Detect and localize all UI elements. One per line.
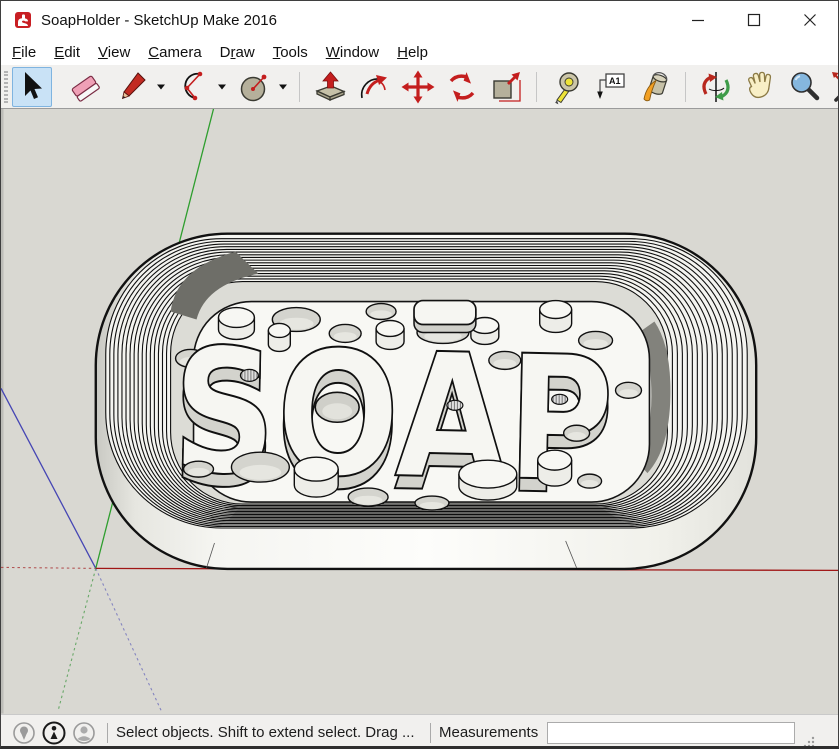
menu-item-file[interactable]: File	[3, 42, 45, 63]
toolbar-separator	[299, 72, 300, 102]
arc-tool-button[interactable]	[175, 67, 215, 107]
zoom-extents-tool-button[interactable]	[828, 67, 839, 107]
minimize-button[interactable]	[670, 1, 726, 39]
o-center-hole[interactable]	[315, 392, 359, 422]
soap-letters-top: SOAP	[170, 312, 615, 520]
floor-hole-inner	[240, 465, 282, 480]
measurements-input[interactable]	[547, 722, 795, 744]
window-controls	[670, 1, 838, 39]
floor-peg-top	[459, 460, 517, 488]
menu-item-help[interactable]: Help	[388, 42, 437, 63]
modeling-viewport[interactable]: SOAP SOAP	[1, 109, 838, 714]
toolbar-grip[interactable]	[4, 71, 8, 103]
title-bar: SoapHolder - SketchUp Make 2016	[1, 1, 838, 39]
floor-peg-top	[294, 457, 338, 481]
floor-peg-top	[540, 301, 572, 319]
status-bar: Select objects. Shift to extend select. …	[1, 714, 838, 749]
floor-hole-inner	[619, 389, 638, 397]
sketchup-window: SoapHolder - SketchUp Make 2016 File Edi…	[0, 0, 839, 749]
circle-shape-icon	[237, 68, 275, 106]
menu-item-window[interactable]: Window	[317, 42, 388, 63]
floor-peg-top	[538, 450, 572, 470]
paint-bucket-icon	[636, 68, 674, 106]
text-icon: A1	[592, 68, 630, 106]
pan-tool-button[interactable]	[740, 67, 780, 107]
resize-grip[interactable]	[801, 734, 816, 749]
menu-bar: File Edit View Camera Draw Tools Window …	[1, 39, 838, 65]
chevron-down-icon	[216, 68, 228, 106]
floor-hole-inner	[420, 502, 444, 509]
menu-item-camera[interactable]: Camera	[139, 42, 210, 63]
window-title: SoapHolder - SketchUp Make 2016	[41, 12, 277, 29]
menu-item-view[interactable]: View	[89, 42, 139, 63]
zoom-icon	[785, 68, 823, 106]
select-arrow-icon	[13, 68, 51, 106]
viewport-canvas[interactable]: SOAP SOAP	[1, 109, 838, 714]
status-separator	[107, 723, 108, 743]
chevron-down-icon	[277, 68, 289, 106]
move-tool-button[interactable]	[398, 67, 438, 107]
floor-hole-inner	[188, 468, 210, 476]
menu-item-draw[interactable]: Draw	[211, 42, 264, 63]
info-person-icon	[41, 720, 67, 746]
text-tool-label: A1	[609, 76, 621, 86]
rotate-tool-button[interactable]	[442, 67, 482, 107]
tape-measure-tool-button[interactable]	[547, 67, 587, 107]
menu-item-edit[interactable]: Edit	[45, 42, 89, 63]
soap-dish-model[interactable]: SOAP SOAP	[96, 234, 756, 569]
shapes-tool-dropdown[interactable]	[276, 68, 289, 106]
toolbar-separator	[685, 72, 686, 102]
arc-icon	[176, 68, 214, 106]
measurements-label: Measurements	[439, 724, 538, 741]
eraser-icon	[67, 68, 105, 106]
status-hint: Select objects. Shift to extend select. …	[116, 724, 422, 741]
geolocation-button[interactable]	[9, 720, 39, 746]
user-icon	[71, 720, 97, 746]
orbit-icon	[697, 68, 735, 106]
push-pull-tool-button[interactable]	[310, 67, 350, 107]
follow-me-tool-button[interactable]	[354, 67, 394, 107]
soap-letters[interactable]: SOAP SOAP	[170, 312, 615, 533]
sign-in-button[interactable]	[69, 720, 99, 746]
maximize-button[interactable]	[726, 1, 782, 39]
move-icon	[399, 68, 437, 106]
line-tool-button[interactable]	[114, 67, 154, 107]
scale-tool-button[interactable]	[486, 67, 526, 107]
floor-hole-inner	[567, 432, 586, 440]
floor-hole-inner	[581, 480, 598, 487]
rotate-icon	[443, 68, 481, 106]
status-separator	[430, 723, 431, 743]
paint-bucket-tool-button[interactable]	[635, 67, 675, 107]
viewport-left-edge	[1, 109, 3, 714]
shapes-tool-button[interactable]	[236, 67, 276, 107]
toolbar: A1	[1, 65, 838, 109]
close-icon	[803, 13, 817, 27]
orbit-tool-button[interactable]	[696, 67, 736, 107]
floor-hole-inner	[354, 496, 383, 505]
scale-icon	[487, 68, 525, 106]
minimize-icon	[691, 13, 705, 27]
toolbar-separator	[536, 72, 537, 102]
zoom-tool-button[interactable]	[784, 67, 824, 107]
follow-me-icon	[355, 68, 393, 106]
arc-tool-dropdown[interactable]	[215, 68, 228, 106]
pencil-icon	[115, 68, 153, 106]
chevron-down-icon	[155, 68, 167, 106]
push-pull-icon	[311, 68, 349, 106]
zoom-extents-icon	[829, 68, 839, 106]
eraser-tool-button[interactable]	[66, 67, 106, 107]
sketchup-logo-icon	[14, 11, 32, 29]
select-tool-button[interactable]	[12, 67, 52, 107]
maximize-icon	[747, 13, 761, 27]
tape-measure-icon	[548, 68, 586, 106]
close-button[interactable]	[782, 1, 838, 39]
line-tool-dropdown[interactable]	[154, 68, 167, 106]
location-pin-icon	[11, 720, 37, 746]
pan-hand-icon	[741, 68, 779, 106]
credits-button[interactable]	[39, 720, 69, 746]
text-tool-button[interactable]: A1	[591, 67, 631, 107]
menu-item-tools[interactable]: Tools	[264, 42, 317, 63]
